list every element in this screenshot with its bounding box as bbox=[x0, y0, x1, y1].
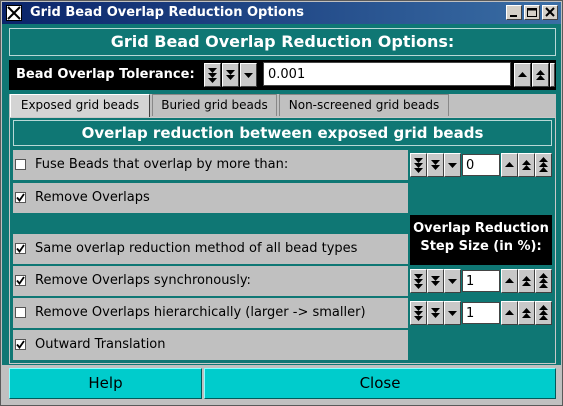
option-fuse-beads[interactable]: Fuse Beads that overlap by more than: bbox=[13, 150, 408, 180]
window-title: Grid Bead Overlap Reduction Options bbox=[30, 5, 304, 20]
down-arrow-icon bbox=[244, 73, 253, 78]
hier-down-button[interactable] bbox=[444, 301, 461, 325]
double-down-arrow-icon bbox=[431, 160, 440, 170]
triple-down-arrow-icon bbox=[208, 68, 217, 83]
step-size-label-line1: Overlap Reduction bbox=[413, 221, 549, 236]
triple-up-arrow-icon bbox=[539, 305, 548, 320]
sync-step-up-button[interactable] bbox=[518, 269, 535, 293]
tolerance-fast-up-button[interactable] bbox=[550, 63, 555, 87]
hier-step-up-button[interactable] bbox=[518, 301, 535, 325]
double-down-arrow-icon bbox=[226, 70, 235, 80]
checkmark-icon bbox=[16, 276, 25, 285]
fuse-beads-checkbox[interactable] bbox=[15, 159, 26, 170]
tolerance-row: Bead Overlap Tolerance: bbox=[9, 60, 556, 90]
up-arrow-icon bbox=[505, 278, 514, 283]
same-method-checkbox[interactable] bbox=[15, 243, 26, 254]
option-remove-hierarchically[interactable]: Remove Overlaps hierarchically (larger -… bbox=[13, 298, 408, 328]
remove-hierarchically-checkbox[interactable] bbox=[15, 307, 26, 318]
fuse-step-up-button[interactable] bbox=[518, 153, 535, 177]
maximize-icon bbox=[527, 8, 537, 17]
fuse-step-down-button[interactable] bbox=[427, 153, 444, 177]
double-up-arrow-icon bbox=[522, 160, 531, 170]
maximize-button[interactable] bbox=[524, 5, 540, 20]
hier-up-button[interactable] bbox=[501, 301, 518, 325]
fuse-up-button[interactable] bbox=[501, 153, 518, 177]
title-bar[interactable]: Grid Bead Overlap Reduction Options bbox=[2, 2, 561, 24]
sync-step-size-input[interactable] bbox=[462, 270, 500, 292]
double-up-arrow-icon bbox=[522, 276, 531, 286]
tab-exposed-grid-beads[interactable]: Exposed grid beads bbox=[10, 94, 150, 117]
minimize-icon bbox=[510, 15, 517, 17]
tolerance-step-down-button[interactable] bbox=[222, 63, 239, 87]
step-size-label: Overlap Reduction Step Size (in %): bbox=[410, 215, 552, 265]
sync-fast-down-button[interactable] bbox=[410, 269, 427, 293]
fuse-fast-up-button[interactable] bbox=[535, 153, 552, 177]
sync-step-down-button[interactable] bbox=[427, 269, 444, 293]
tolerance-up-button[interactable] bbox=[514, 63, 531, 87]
tab-non-screened-grid-beads[interactable]: Non-screened grid beads bbox=[279, 94, 449, 116]
hier-step-size-input[interactable] bbox=[462, 302, 500, 324]
close-icon bbox=[545, 7, 555, 17]
dialog-header: Grid Bead Overlap Reduction Options: bbox=[9, 28, 556, 56]
close-window-button[interactable] bbox=[542, 5, 558, 20]
checkmark-icon bbox=[16, 193, 25, 202]
option-remove-overlaps[interactable]: Remove Overlaps bbox=[13, 183, 408, 213]
help-button[interactable]: Help bbox=[9, 368, 202, 399]
option-same-method[interactable]: Same overlap reduction method of all bea… bbox=[13, 234, 408, 264]
option-label: Remove Overlaps synchronously: bbox=[35, 273, 251, 288]
close-button[interactable]: Close bbox=[204, 368, 556, 399]
step-size-label-line2: Step Size (in %): bbox=[420, 239, 542, 254]
triple-up-arrow-icon bbox=[539, 157, 548, 172]
remove-overlaps-checkbox[interactable] bbox=[15, 192, 26, 203]
up-arrow-icon bbox=[505, 310, 514, 315]
tolerance-label: Bead Overlap Tolerance: bbox=[16, 67, 195, 82]
minimize-button[interactable] bbox=[506, 5, 522, 20]
option-label: Same overlap reduction method of all bea… bbox=[35, 241, 358, 256]
fuse-down-button[interactable] bbox=[444, 153, 461, 177]
option-label: Remove Overlaps hierarchically (larger -… bbox=[35, 305, 366, 320]
remove-synchronously-checkbox[interactable] bbox=[15, 275, 26, 286]
triple-down-arrow-icon bbox=[414, 274, 423, 289]
up-arrow-icon bbox=[505, 162, 514, 167]
tolerance-step-up-button[interactable] bbox=[532, 63, 549, 87]
option-label: Outward Translation bbox=[35, 337, 166, 352]
checkmark-icon bbox=[16, 340, 25, 349]
sync-fast-up-button[interactable] bbox=[535, 269, 552, 293]
outward-translation-checkbox[interactable] bbox=[15, 339, 26, 350]
double-down-arrow-icon bbox=[431, 276, 440, 286]
tolerance-down-button[interactable] bbox=[240, 63, 257, 87]
tolerance-input[interactable] bbox=[263, 62, 511, 86]
up-arrow-icon bbox=[518, 72, 527, 77]
double-up-arrow-icon bbox=[536, 70, 545, 80]
hier-fast-up-button[interactable] bbox=[535, 301, 552, 325]
sync-down-button[interactable] bbox=[444, 269, 461, 293]
checkmark-icon bbox=[16, 244, 25, 253]
panel-title: Overlap reduction between exposed grid b… bbox=[13, 120, 552, 146]
option-remove-synchronously[interactable]: Remove Overlaps synchronously: bbox=[13, 266, 408, 296]
triple-down-arrow-icon bbox=[414, 158, 423, 173]
hier-fast-down-button[interactable] bbox=[410, 301, 427, 325]
dialog-window: Grid Bead Overlap Reduction Options Grid… bbox=[0, 0, 563, 406]
tab-buried-grid-beads[interactable]: Buried grid beads bbox=[152, 94, 277, 116]
option-label: Remove Overlaps bbox=[35, 190, 150, 205]
hier-step-down-button[interactable] bbox=[427, 301, 444, 325]
triple-down-arrow-icon bbox=[414, 306, 423, 321]
triple-up-arrow-icon bbox=[539, 273, 548, 288]
fuse-threshold-input[interactable] bbox=[462, 154, 500, 176]
option-outward-translation[interactable]: Outward Translation bbox=[13, 330, 408, 360]
option-label: Fuse Beads that overlap by more than: bbox=[35, 157, 289, 172]
tolerance-fast-down-button[interactable] bbox=[204, 63, 221, 87]
sync-up-button[interactable] bbox=[501, 269, 518, 293]
tab-strip: Exposed grid beads Buried grid beads Non… bbox=[9, 94, 556, 117]
double-up-arrow-icon bbox=[522, 308, 531, 318]
down-arrow-icon bbox=[448, 163, 457, 168]
double-down-arrow-icon bbox=[431, 308, 440, 318]
down-arrow-icon bbox=[448, 279, 457, 284]
fuse-fast-down-button[interactable] bbox=[410, 153, 427, 177]
down-arrow-icon bbox=[448, 311, 457, 316]
app-icon[interactable] bbox=[6, 5, 22, 21]
